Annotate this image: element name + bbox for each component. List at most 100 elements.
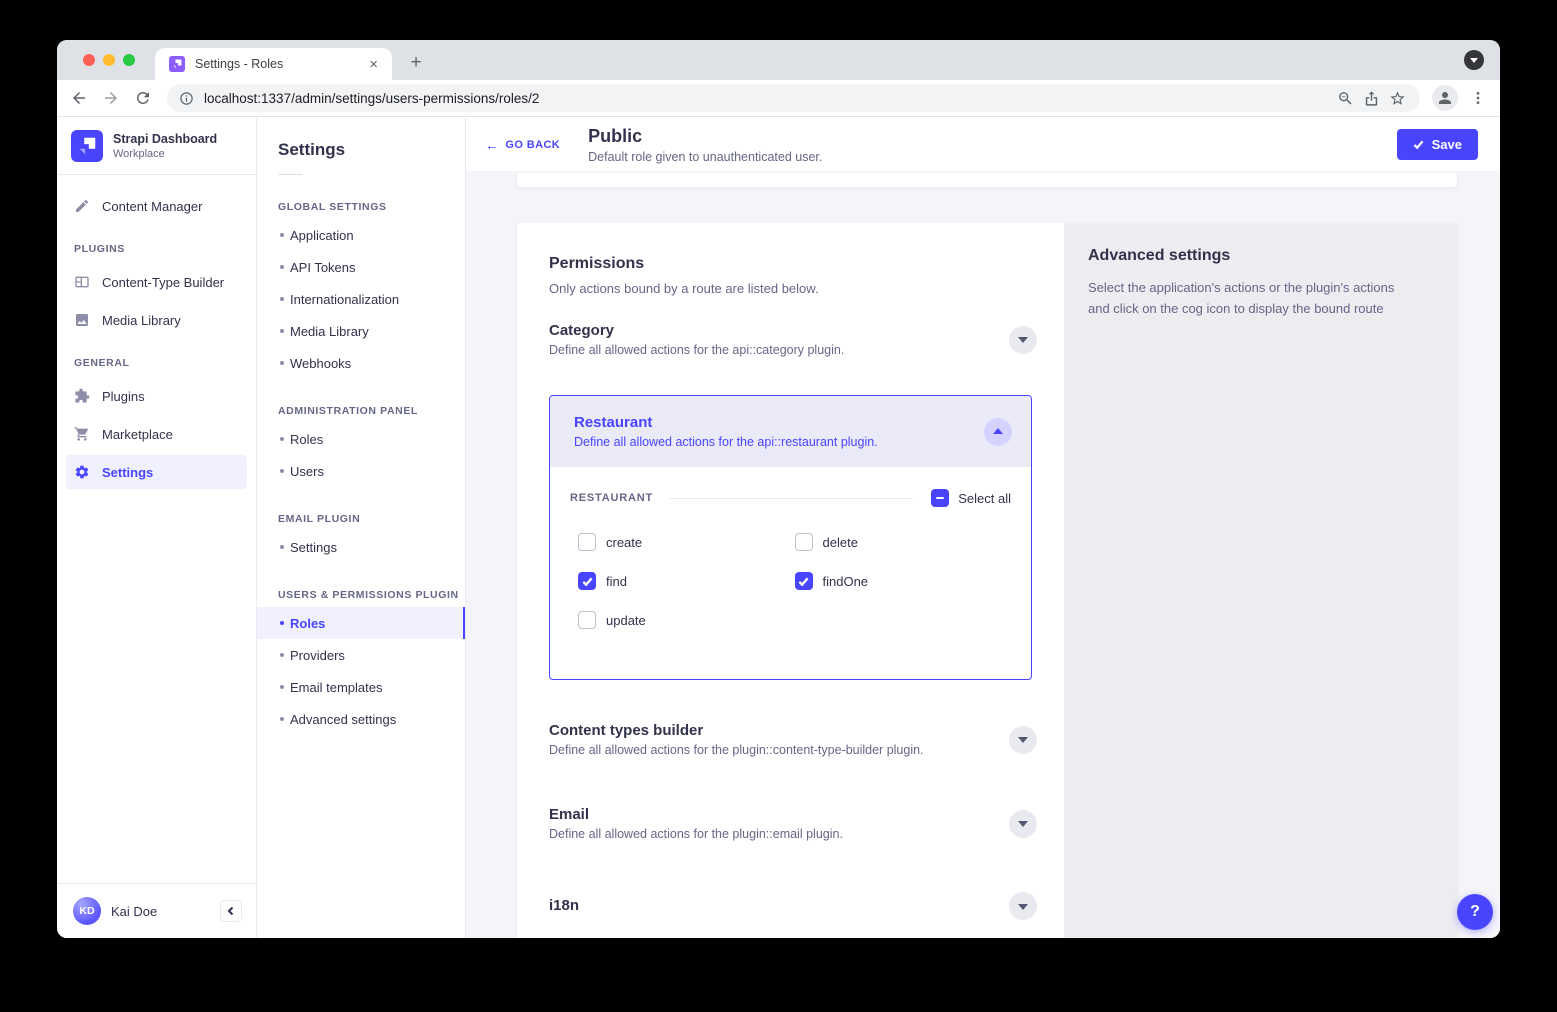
window-controls[interactable] (83, 54, 135, 66)
page-title: Public (588, 126, 822, 147)
scrolled-card-edge (517, 173, 1457, 187)
zoom-out-icon[interactable] (1332, 85, 1358, 111)
page-info-icon[interactable] (179, 91, 194, 106)
sidebar-item-marketplace[interactable]: Marketplace (66, 417, 247, 451)
expand-ctb-button[interactable] (1009, 726, 1037, 754)
sidebar-item-settings[interactable]: Settings (66, 455, 247, 489)
expand-i18n-button[interactable] (1009, 892, 1037, 920)
findone-checkbox[interactable] (795, 572, 813, 590)
settings-nav-item-admin-roles[interactable]: Roles (257, 423, 465, 455)
chevron-down-icon (1018, 737, 1028, 748)
address-bar[interactable]: localhost:1337/admin/settings/users-perm… (167, 84, 1420, 112)
select-all-checkbox[interactable] (931, 489, 949, 507)
sidebar-section-plugins: PLUGINS (74, 243, 247, 255)
settings-nav-item-webhooks[interactable]: Webhooks (257, 347, 465, 379)
collapse-restaurant-button[interactable] (984, 418, 1012, 446)
find-checkbox[interactable] (578, 572, 596, 590)
settings-nav-item-providers[interactable]: Providers (257, 639, 465, 671)
create-checkbox[interactable] (578, 533, 596, 551)
reload-button[interactable] (131, 86, 155, 110)
subnav-title: Settings (278, 140, 465, 160)
tab-close-icon[interactable]: × (365, 56, 382, 73)
settings-nav-item-admin-users[interactable]: Users (257, 455, 465, 487)
browser-menu-icon[interactable] (1466, 86, 1490, 110)
permission-findone[interactable]: findOne (795, 572, 1012, 590)
accordion-email[interactable]: Email Define all allowed actions for the… (549, 806, 1032, 841)
accordion-restaurant-expanded: Restaurant Define all allowed actions fo… (549, 395, 1032, 680)
settings-nav-item-email-templates[interactable]: Email templates (257, 671, 465, 703)
sidebar-item-content-manager[interactable]: Content Manager (66, 189, 247, 223)
accordion-content-types-builder[interactable]: Content types builder Define all allowed… (549, 722, 1032, 757)
settings-nav-item-up-roles[interactable]: Roles (257, 607, 465, 639)
avatar[interactable]: KD (73, 897, 101, 925)
settings-nav-item-advanced-settings[interactable]: Advanced settings (257, 703, 465, 735)
tab-strip: Settings - Roles × + (57, 40, 1500, 80)
sidebar-item-plugins[interactable]: Plugins (66, 379, 247, 413)
chevron-down-icon (1018, 337, 1028, 348)
role-panels: Permissions Only actions bound by a rout… (517, 223, 1457, 938)
cart-icon (74, 426, 90, 442)
subnav-section-users-permissions-plugin: USERS & PERMISSIONS PLUGIN (278, 589, 465, 601)
expand-email-button[interactable] (1009, 810, 1037, 838)
accordion-i18n[interactable]: i18n (549, 890, 1032, 920)
delete-checkbox[interactable] (795, 533, 813, 551)
chevron-left-icon (226, 906, 236, 916)
sidebar-item-media-library[interactable]: Media Library (66, 303, 247, 337)
permission-find[interactable]: find (578, 572, 795, 590)
permission-update[interactable]: update (578, 611, 795, 629)
select-all-control[interactable]: Select all (931, 489, 1011, 507)
help-button[interactable]: ? (1457, 894, 1493, 930)
back-button[interactable] (67, 86, 91, 110)
permission-checkbox-grid: create delete find (570, 533, 1011, 629)
permission-delete[interactable]: delete (795, 533, 1012, 551)
page-content: ← GO BACK Public Default role given to u… (466, 118, 1500, 938)
main-sidebar: Strapi Dashboard Workplace Content Manag… (57, 118, 257, 938)
chevron-up-icon (993, 423, 1003, 434)
bookmark-star-icon[interactable] (1384, 85, 1410, 111)
close-window-button[interactable] (83, 54, 95, 66)
settings-nav-item-api-tokens[interactable]: API Tokens (257, 251, 465, 283)
zoom-window-button[interactable] (123, 54, 135, 66)
strapi-logo-icon (71, 130, 103, 162)
settings-nav-item-media-library[interactable]: Media Library (257, 315, 465, 347)
permissions-panel: Permissions Only actions bound by a rout… (517, 223, 1064, 938)
minimize-window-button[interactable] (103, 54, 115, 66)
workspace-switcher[interactable]: Strapi Dashboard Workplace (57, 118, 256, 175)
collapse-sidebar-button[interactable] (220, 900, 242, 922)
strapi-app: Strapi Dashboard Workplace Content Manag… (57, 118, 1500, 938)
sidebar-section-general: GENERAL (74, 357, 247, 369)
sidebar-item-content-type-builder[interactable]: Content-Type Builder (66, 265, 247, 299)
divider (278, 174, 302, 175)
page-header: ← GO BACK Public Default role given to u… (466, 118, 1500, 171)
permissions-subtitle: Only actions bound by a route are listed… (549, 281, 1032, 296)
user-name: Kai Doe (111, 904, 220, 919)
settings-nav-item-application[interactable]: Application (257, 219, 465, 251)
settings-nav-item-email-settings[interactable]: Settings (257, 531, 465, 563)
chevron-down-icon (1018, 821, 1028, 832)
accordion-category[interactable]: Category Define all allowed actions for … (549, 322, 1032, 357)
browser-tab[interactable]: Settings - Roles × (155, 48, 392, 80)
group-label: RESTAURANT (570, 492, 653, 504)
subnav-section-global-settings: GLOBAL SETTINGS (278, 201, 465, 213)
settings-nav-item-internationalization[interactable]: Internationalization (257, 283, 465, 315)
tab-search-button[interactable] (1464, 50, 1484, 70)
share-icon[interactable] (1358, 85, 1384, 111)
browser-profile-icon[interactable] (1432, 85, 1458, 111)
permissions-title: Permissions (549, 255, 1032, 273)
url-text[interactable]: localhost:1337/admin/settings/users-perm… (204, 91, 1332, 106)
update-checkbox[interactable] (578, 611, 596, 629)
accordion-restaurant-header[interactable]: Restaurant Define all allowed actions fo… (550, 396, 1031, 467)
workspace-subtitle: Workplace (113, 148, 217, 160)
forward-button[interactable] (99, 86, 123, 110)
go-back-link[interactable]: ← GO BACK (485, 137, 560, 153)
expand-category-button[interactable] (1009, 326, 1037, 354)
new-tab-button[interactable]: + (403, 50, 429, 76)
advanced-settings-description: Select the application's actions or the … (1088, 277, 1418, 320)
tab-title: Settings - Roles (195, 57, 365, 71)
permission-create[interactable]: create (578, 533, 795, 551)
subnav-section-email-plugin: EMAIL PLUGIN (278, 513, 465, 525)
divider (669, 498, 913, 499)
settings-subnav: Settings GLOBAL SETTINGS Application API… (257, 118, 466, 938)
save-button[interactable]: Save (1397, 129, 1478, 160)
workspace-title: Strapi Dashboard (113, 132, 217, 146)
